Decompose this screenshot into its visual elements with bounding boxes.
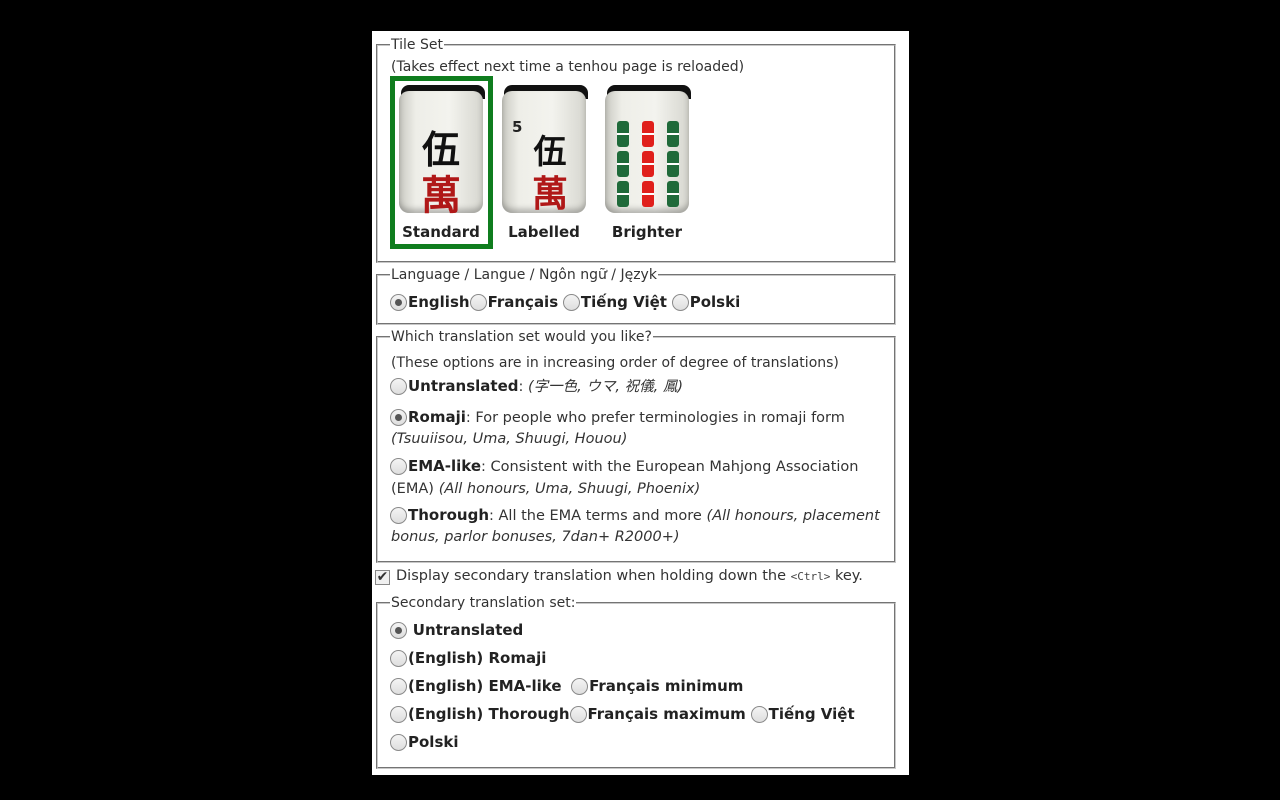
secondary-option-polski[interactable]: Polski (390, 732, 459, 752)
secondary-translation-checkbox[interactable]: ✔ (375, 570, 390, 585)
bamboo-joint (642, 163, 654, 165)
tile-label-brighter: Brighter (611, 223, 683, 241)
radio-secondary-fr-min[interactable] (571, 678, 589, 695)
radio-untranslated[interactable] (390, 378, 407, 395)
secondary-row-thorough: (English) Thorough Français maximum Tiếng… (390, 704, 855, 724)
radio-secondary-untranslated[interactable] (390, 622, 407, 639)
translation-option-untranslated[interactable]: Untranslated: (字一色, ウマ, 祝儀, 鳳) (390, 376, 683, 397)
radio-secondary-ema[interactable] (390, 678, 407, 695)
bamboo-joint (642, 193, 654, 195)
radio-francais[interactable] (469, 294, 487, 311)
secondary-option-vietnamese[interactable]: Tiếng Việt (750, 705, 855, 723)
language-option-english[interactable]: English (390, 293, 470, 311)
secondary-option-fr-min[interactable]: Français minimum (571, 677, 743, 695)
language-option-vietnamese[interactable]: Tiếng Việt (562, 293, 667, 311)
options-panel: Tile Set (Takes effect next time a tenho… (372, 31, 909, 775)
radio-secondary-fr-max[interactable] (569, 706, 587, 723)
thorough-examples: bonus, parlor bonuses, 7dan+ R2000+) (391, 529, 680, 545)
bamboo-tile-icon (617, 121, 679, 207)
radio-secondary-vietnamese[interactable] (750, 706, 768, 723)
tile-label-standard: Standard (402, 223, 480, 241)
language-option-francais[interactable]: Français (469, 293, 558, 311)
radio-english[interactable] (390, 294, 407, 311)
tile-brighter[interactable] (605, 85, 691, 213)
radio-ema[interactable] (390, 458, 407, 475)
radio-vietnamese[interactable] (562, 294, 580, 311)
tile-bottom-glyph: 萬 (531, 173, 568, 215)
translation-option-ema[interactable]: EMA-like: Consistent with the European M… (390, 456, 858, 477)
translation-note: (These options are in increasing order o… (391, 355, 839, 371)
language-options: English Français Tiếng Việt Polski (390, 292, 740, 312)
radio-secondary-thorough[interactable] (390, 706, 407, 723)
romaji-examples: (Tsuuiisou, Uma, Shuugi, Houou) (391, 431, 628, 447)
secondary-option-romaji[interactable]: (English) Romaji (390, 648, 546, 668)
secondary-option-fr-max[interactable]: Français maximum (569, 705, 746, 723)
secondary-option-ema[interactable]: (English) EMA-like (390, 677, 562, 695)
radio-thorough[interactable] (390, 507, 407, 524)
tile-labelled[interactable]: 5 伍 萬 (502, 85, 588, 215)
bamboo-joint (667, 163, 679, 165)
tile-standard[interactable]: 伍 萬 (399, 85, 485, 219)
tile-bottom-glyph: 萬 (421, 172, 461, 219)
radio-secondary-romaji[interactable] (390, 650, 407, 667)
language-legend: Language / Langue / Ngôn ngữ / Język (391, 267, 657, 283)
secondary-legend: Secondary translation set: (391, 595, 576, 611)
secondary-option-thorough[interactable]: (English) Thorough (390, 705, 570, 723)
ema-examples-line: (EMA) (All honours, Uma, Shuugi, Phoenix… (391, 481, 701, 497)
ctrl-key: <Ctrl> (790, 570, 831, 583)
bamboo-joint (642, 133, 654, 135)
secondary-toggle-label: Display secondary translation when holdi… (396, 568, 863, 584)
radio-secondary-polski[interactable] (390, 734, 407, 751)
tileset-note: (Takes effect next time a tenhou page is… (391, 59, 745, 75)
translation-option-thorough[interactable]: Thorough: All the EMA terms and more (Al… (390, 505, 880, 526)
secondary-option-untranslated[interactable]: Untranslated (390, 620, 523, 640)
translation-legend: Which translation set would you like? (391, 329, 652, 345)
bamboo-joint (617, 133, 629, 135)
tileset-legend: Tile Set (391, 37, 443, 53)
bamboo-joint (667, 193, 679, 195)
language-option-polski[interactable]: Polski (671, 293, 740, 311)
radio-romaji[interactable] (390, 409, 407, 426)
bamboo-joint (617, 163, 629, 165)
bamboo-joint (667, 133, 679, 135)
radio-polski[interactable] (671, 294, 689, 311)
tile-label-labelled: Labelled (508, 223, 580, 241)
bamboo-joint (617, 193, 629, 195)
translation-option-romaji[interactable]: Romaji: For people who prefer terminolog… (390, 407, 845, 428)
secondary-row-ema: (English) EMA-like Français minimum (390, 676, 743, 696)
